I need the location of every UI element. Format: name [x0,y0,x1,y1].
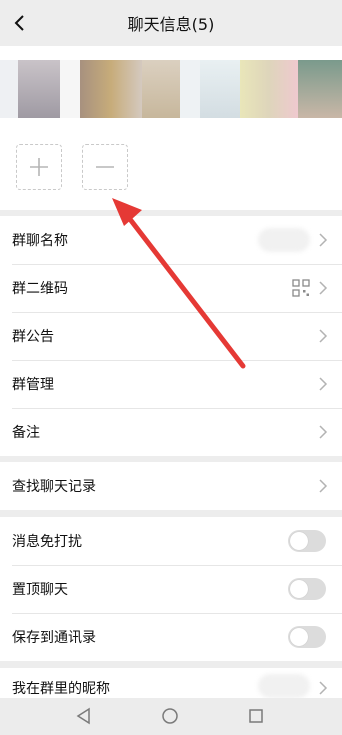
nickname-value [258,674,310,698]
settings-group-info: 群聊名称 群二维码 群公告 群管理 备注 [0,216,342,456]
settings-group-nickname: 我在群里的昵称 [0,668,342,698]
nav-recents-icon[interactable] [246,706,266,726]
members-panel [0,46,342,210]
back-icon [14,15,24,31]
add-member-button[interactable] [16,144,62,190]
row-label: 查找聊天记录 [12,479,96,495]
nav-back-icon[interactable] [74,706,94,726]
row-label: 保存到通讯录 [12,630,96,646]
row-label: 群聊名称 [12,233,68,249]
settings-group-search: 查找聊天记录 [0,462,342,510]
row-group-qrcode[interactable]: 群二维码 [0,264,342,312]
page-title: 聊天信息(5) [127,15,215,34]
chevron-right-icon [319,681,328,695]
row-group-notice[interactable]: 群公告 [0,312,342,360]
chevron-right-icon [319,479,328,493]
system-nav-bar [0,698,342,735]
row-group-manage[interactable]: 群管理 [0,360,342,408]
row-remark[interactable]: 备注 [0,408,342,456]
row-label: 备注 [12,425,40,441]
row-label: 群二维码 [12,281,68,297]
row-save-to-contacts: 保存到通讯录 [0,613,342,661]
qrcode-icon [292,279,310,297]
chevron-right-icon [319,377,328,391]
row-label: 群公告 [12,329,54,345]
row-label: 置顶聊天 [12,582,68,598]
row-label: 消息免打扰 [12,534,82,550]
row-sticky-on-top: 置顶聊天 [0,565,342,613]
row-group-name[interactable]: 群聊名称 [0,216,342,264]
top-bar: 聊天信息(5) [0,0,342,46]
row-my-nickname[interactable]: 我在群里的昵称 [0,668,342,698]
back-button[interactable] [6,8,34,38]
member-avatars[interactable] [0,60,342,118]
row-label: 我在群里的昵称 [12,681,110,697]
group-name-value [258,228,310,252]
minus-icon [96,166,114,168]
sticky-toggle[interactable] [288,578,326,600]
chevron-right-icon [319,233,328,247]
chevron-right-icon [319,329,328,343]
remove-member-button[interactable] [82,144,128,190]
row-search-history[interactable]: 查找聊天记录 [0,462,342,510]
save-contacts-toggle[interactable] [288,626,326,648]
nav-home-icon[interactable] [160,706,180,726]
mute-toggle[interactable] [288,530,326,552]
chevron-right-icon [319,425,328,439]
row-label: 群管理 [12,377,54,393]
row-mute-notifications: 消息免打扰 [0,517,342,565]
settings-group-toggles: 消息免打扰 置顶聊天 保存到通讯录 [0,517,342,661]
plus-icon [30,158,48,176]
chevron-right-icon [319,281,328,295]
